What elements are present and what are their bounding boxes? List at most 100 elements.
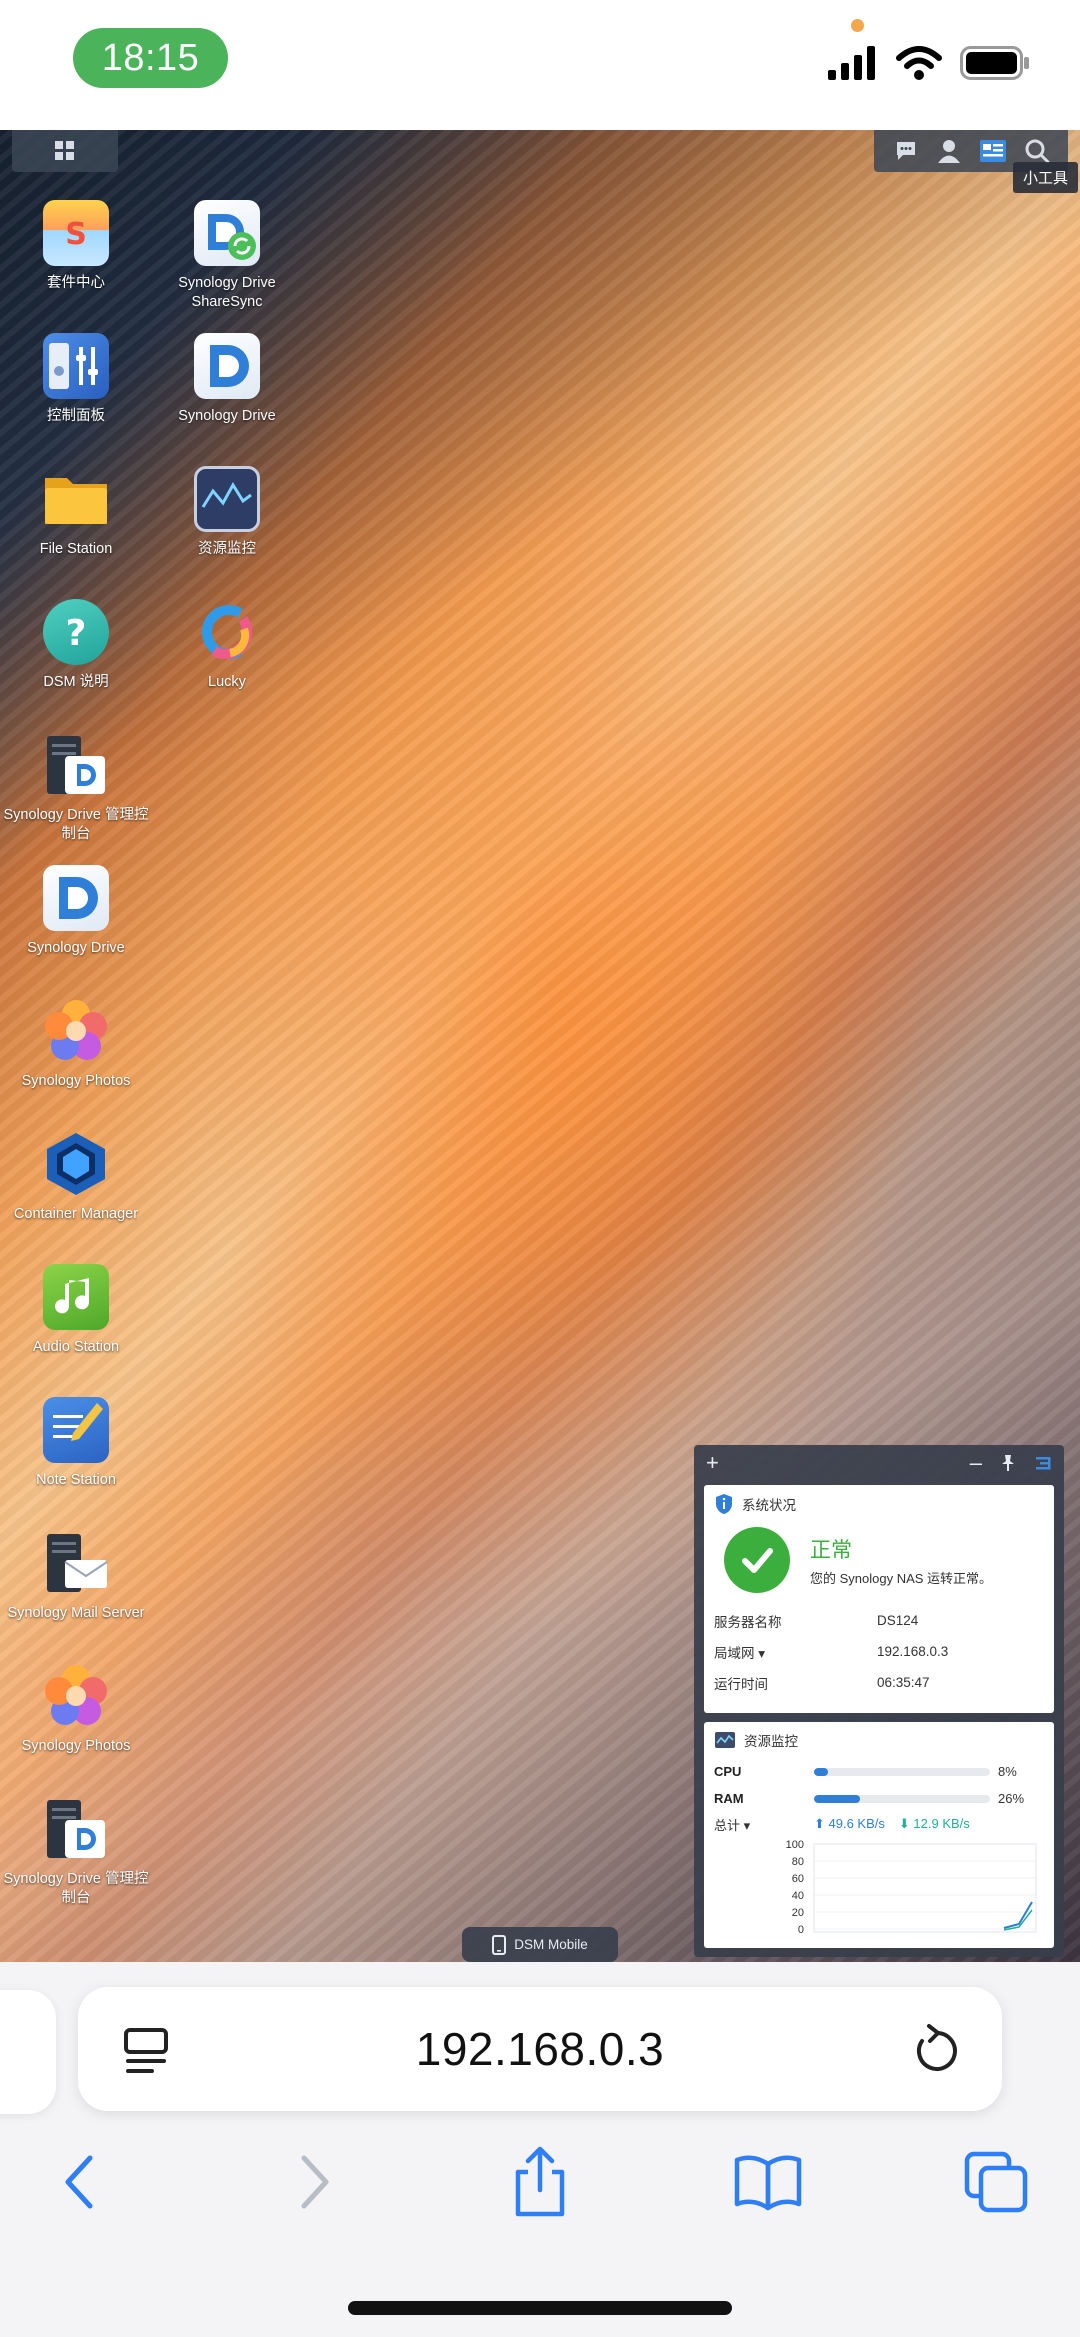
chevron-left-icon bbox=[65, 2155, 93, 2209]
app-synology-drive[interactable]: Synology Drive bbox=[152, 333, 302, 426]
app-label: Synology Photos bbox=[21, 1738, 131, 1754]
resource-monitor-icon bbox=[194, 466, 260, 532]
download-arrow-icon: ⬇ bbox=[898, 1816, 914, 1831]
app-note-station[interactable]: Note Station bbox=[1, 1397, 151, 1490]
widgets-tooltip: 小工具 bbox=[1012, 162, 1078, 193]
resource-monitor-card: 资源监控 CPU 8% RAM 26% 总计 ▾ ⬆ 49.6 KB/s ⬇ 1… bbox=[704, 1722, 1054, 1948]
back-button[interactable] bbox=[40, 2142, 120, 2222]
status-time: 18:15 bbox=[73, 28, 228, 88]
check-icon bbox=[724, 1527, 790, 1593]
privacy-indicator-dot bbox=[851, 19, 864, 32]
info-shield-icon bbox=[716, 1494, 732, 1514]
share-button[interactable] bbox=[500, 2142, 580, 2222]
app-audio-station[interactable]: Audio Station bbox=[1, 1264, 151, 1357]
app-label: 套件中心 bbox=[47, 275, 105, 291]
lan-row[interactable]: 局域网 ▾ 192.168.0.3 bbox=[704, 1636, 1054, 1667]
app-drive-sharesync[interactable]: Synology Drive ShareSync bbox=[152, 200, 302, 312]
tabs-button[interactable] bbox=[956, 2142, 1036, 2222]
app-label: Synology Drive 管理控制台 bbox=[3, 1871, 149, 1906]
tabs-icon bbox=[964, 2151, 1028, 2213]
wifi-icon bbox=[896, 46, 942, 80]
phone-icon bbox=[492, 1934, 507, 1955]
cpu-row: CPU 8% bbox=[714, 1764, 1017, 1779]
status-summary: 正常 您的 Synology NAS 运转正常。 bbox=[704, 1523, 1054, 1593]
upload-rate: ⬆ 49.6 KB/s bbox=[814, 1816, 885, 1831]
bookmarks-button[interactable] bbox=[728, 2142, 808, 2222]
app-synology-photos-2[interactable]: Synology Photos bbox=[1, 1663, 151, 1756]
app-synology-photos[interactable]: Synology Photos bbox=[1, 998, 151, 1091]
app-control-panel[interactable]: 控制面板 bbox=[1, 333, 151, 426]
app-file-station[interactable]: File Station bbox=[1, 466, 151, 559]
reload-icon[interactable] bbox=[912, 2023, 962, 2077]
package-center-icon: S bbox=[43, 200, 109, 266]
drive-admin-console-icon bbox=[43, 732, 109, 798]
system-status-card: 系统状况 正常 您的 Synology NAS 运转正常。 服务器名称 DS12… bbox=[704, 1485, 1054, 1713]
safari-bottom-bar: 192.168.0.3 bbox=[0, 1962, 1080, 2337]
status-text: 正常 bbox=[810, 1538, 852, 1562]
help-icon: ? bbox=[43, 599, 109, 665]
app-label: Synology Mail Server bbox=[7, 1605, 145, 1621]
y-tick-label: 100 bbox=[786, 1840, 804, 1851]
app-label: Audio Station bbox=[32, 1339, 120, 1355]
note-station-icon bbox=[43, 1397, 109, 1463]
y-tick-label: 80 bbox=[792, 1856, 804, 1868]
app-container-manager[interactable]: Container Manager bbox=[1, 1131, 151, 1224]
cpu-bar-fill bbox=[814, 1767, 829, 1776]
page-menu-icon[interactable] bbox=[123, 2027, 169, 2077]
search-icon[interactable] bbox=[1024, 138, 1050, 164]
mail-server-icon bbox=[43, 1530, 109, 1596]
y-tick-label: 20 bbox=[792, 1907, 804, 1919]
battery-icon bbox=[960, 46, 1029, 80]
status-message: 您的 Synology NAS 运转正常。 bbox=[810, 1570, 993, 1586]
app-lucky[interactable]: Lucky bbox=[152, 599, 302, 692]
network-chart: 100 80 60 40 20 0 bbox=[714, 1839, 1044, 1940]
user-icon[interactable] bbox=[936, 138, 962, 164]
widgets-header: + – bbox=[694, 1445, 1064, 1481]
collapse-panel-icon[interactable] bbox=[1034, 1454, 1052, 1472]
add-widget-icon[interactable]: + bbox=[706, 1450, 719, 1476]
app-label: Note Station bbox=[36, 1472, 116, 1488]
dsm-mobile-button[interactable]: DSM Mobile bbox=[462, 1927, 618, 1962]
uptime-row: 运行时间 06:35:47 bbox=[714, 1675, 930, 1692]
widgets-icon[interactable] bbox=[979, 138, 1007, 164]
app-mail-server[interactable]: Synology Mail Server bbox=[1, 1530, 151, 1623]
book-icon bbox=[734, 2155, 802, 2211]
pin-icon[interactable] bbox=[1000, 1454, 1016, 1472]
y-tick-label: 60 bbox=[792, 1873, 804, 1885]
share-icon bbox=[515, 2146, 565, 2217]
status-icons bbox=[828, 46, 1030, 80]
app-synology-drive-2[interactable]: Synology Drive bbox=[1, 865, 151, 958]
app-drive-admin-console[interactable]: Synology Drive 管理控制台 bbox=[1, 732, 151, 844]
container-manager-icon bbox=[43, 1131, 109, 1197]
resource-monitor-title: 资源监控 bbox=[704, 1722, 1054, 1758]
cpu-bar bbox=[814, 1767, 990, 1776]
app-label: Synology Drive ShareSync bbox=[178, 275, 276, 310]
ram-bar-fill bbox=[814, 1794, 860, 1803]
minimize-icon[interactable]: – bbox=[970, 1450, 982, 1476]
home-indicator bbox=[348, 2301, 732, 2315]
main-menu-button[interactable] bbox=[12, 130, 118, 172]
monitor-icon bbox=[715, 1732, 735, 1748]
app-drive-admin-console-2[interactable]: Synology Drive 管理控制台 bbox=[1, 1796, 151, 1908]
system-status-title: 系统状况 bbox=[704, 1485, 1054, 1523]
app-resource-monitor[interactable]: 资源监控 bbox=[152, 466, 302, 559]
y-tick-label: 40 bbox=[792, 1890, 804, 1902]
ram-bar bbox=[814, 1794, 990, 1803]
synology-drive-icon bbox=[43, 865, 109, 931]
app-dsm-help[interactable]: ? DSM 说明 bbox=[1, 599, 151, 692]
drive-admin-console-icon bbox=[43, 1796, 109, 1862]
app-package-center[interactable]: S 套件中心 bbox=[1, 200, 151, 293]
notification-icon[interactable] bbox=[893, 138, 919, 164]
app-label: Synology Drive bbox=[27, 940, 125, 956]
total-dropdown[interactable]: 总计 ▾ bbox=[714, 1815, 814, 1834]
app-label: Synology Photos bbox=[21, 1073, 131, 1089]
previous-tab-preview[interactable] bbox=[0, 1990, 56, 2114]
ios-status-bar: 18:15 bbox=[0, 0, 1080, 130]
app-label: 控制面板 bbox=[47, 408, 105, 424]
widgets-panel: + – 系统状况 正常 您的 Synology NAS 运转正常。 服务器名称 … bbox=[694, 1445, 1064, 1957]
forward-button[interactable] bbox=[274, 2142, 354, 2222]
upload-arrow-icon: ⬆ bbox=[814, 1816, 829, 1831]
chevron-right-icon bbox=[301, 2155, 329, 2209]
address-bar[interactable]: 192.168.0.3 bbox=[78, 1987, 1002, 2111]
dsm-desktop: 小工具 S 套件中心 Synology Drive ShareSync 控制面板 bbox=[0, 130, 1080, 1962]
